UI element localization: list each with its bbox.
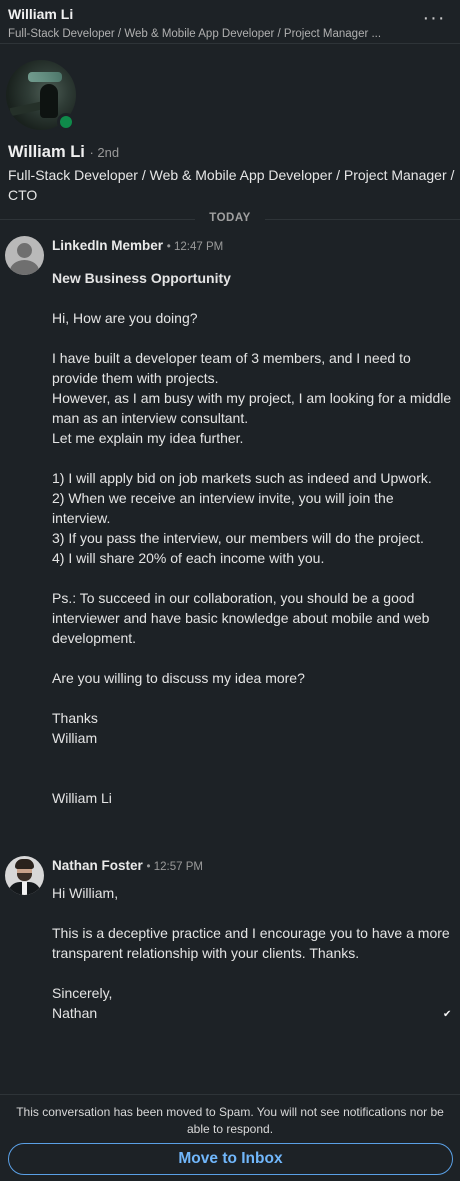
message-paragraph: Are you willing to discuss my idea more? <box>52 670 305 686</box>
message-paragraph: Nathan <box>52 1005 98 1021</box>
avatar-figure <box>40 84 58 118</box>
day-separator: TODAY <box>195 212 265 224</box>
profile-name-text[interactable]: William Li <box>8 143 85 161</box>
message-sender[interactable]: Nathan Foster • 12:57 PM <box>52 858 203 873</box>
message-timestamp: • 12:57 PM <box>146 861 203 873</box>
message-paragraph: 2) When we receive an interview invite, … <box>52 490 394 526</box>
avatar-beard <box>17 873 32 881</box>
message-paragraph: This is a deceptive practice and I encou… <box>52 925 450 961</box>
message-paragraph: I have built a developer team of 3 membe… <box>52 350 411 386</box>
message-paragraph: 1) I will apply bid on job markets such … <box>52 470 432 486</box>
avatar-placeholder-body <box>10 260 39 275</box>
online-status-icon <box>57 113 75 131</box>
read-receipt-icon: ✔ <box>443 1009 452 1020</box>
message-paragraph: Sincerely, <box>52 985 113 1001</box>
message-paragraph: Let me explain my idea further. <box>52 430 244 446</box>
message-body: Hi William, This is a deceptive practice… <box>52 883 452 1023</box>
header-name[interactable]: William Li <box>8 5 452 23</box>
message-paragraph: 4) I will share 20% of each income with … <box>52 550 325 566</box>
more-options-button[interactable]: ··· <box>422 8 446 32</box>
message-paragraph: Ps.: To succeed in our collaboration, yo… <box>52 590 430 646</box>
more-horizontal-icon: ··· <box>422 7 446 29</box>
message-paragraph: Hi, How are you doing? <box>52 310 198 326</box>
message-signature: William Li <box>52 790 112 806</box>
sender-avatar[interactable] <box>5 856 44 895</box>
profile-headline: Full-Stack Developer / Web & Mobile App … <box>8 167 455 203</box>
sender-name[interactable]: Nathan Foster <box>52 858 143 873</box>
message-sender[interactable]: LinkedIn Member • 12:47 PM <box>52 238 223 253</box>
avatar-shirt <box>22 882 27 895</box>
avatar-hair <box>15 859 34 869</box>
message-subject: New Business Opportunity <box>52 270 231 286</box>
message-paragraph: However, as I am busy with my project, I… <box>52 390 452 426</box>
message-timestamp: • 12:47 PM <box>166 241 224 253</box>
header-subtitle: Full-Stack Developer / Web & Mobile App … <box>8 28 382 40</box>
message-paragraph: Thanks <box>52 710 98 726</box>
conversation-header: William Li Full-Stack Developer / Web & … <box>0 0 460 44</box>
message-paragraph: William <box>52 730 98 746</box>
message-body: New Business Opportunity Hi, How are you… <box>52 268 452 808</box>
sender-avatar[interactable] <box>5 236 44 275</box>
spam-footer: This conversation has been moved to Spam… <box>0 1094 460 1181</box>
message-paragraph: Hi William, <box>52 885 119 901</box>
connection-degree: · 2nd <box>89 145 120 160</box>
sender-name[interactable]: LinkedIn Member <box>52 238 163 253</box>
profile-name[interactable]: William Li · 2nd <box>8 143 119 162</box>
avatar-screen-glow <box>28 72 62 82</box>
move-to-inbox-button[interactable]: Move to Inbox <box>8 1143 453 1175</box>
avatar-placeholder-icon <box>17 243 32 258</box>
message-paragraph: 3) If you pass the interview, our member… <box>52 530 424 546</box>
spam-notice: This conversation has been moved to Spam… <box>16 1105 444 1136</box>
